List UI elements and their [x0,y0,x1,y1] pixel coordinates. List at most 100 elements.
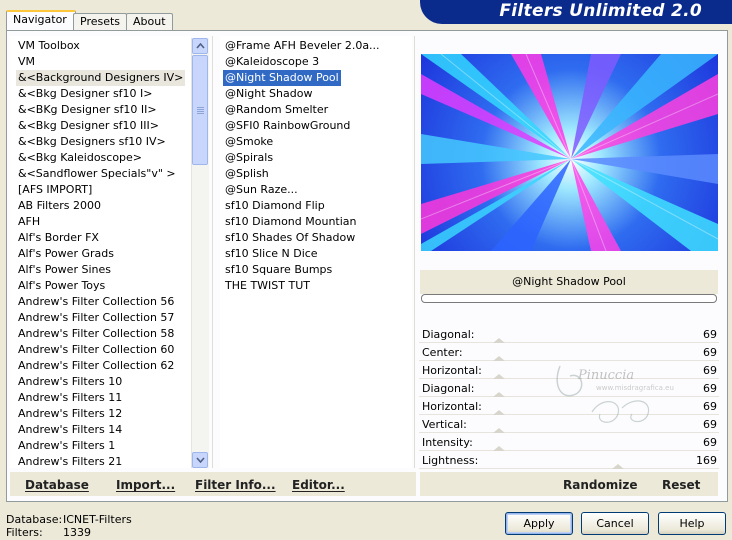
category-item[interactable]: Andrew's Filter Collection 62 [16,358,176,374]
category-item[interactable]: &<Background Designers IV> [16,70,186,86]
database-button[interactable]: Database [25,478,89,492]
filter-item[interactable]: @Random Smelter [223,102,330,118]
category-item[interactable]: &<Bkg Designers sf10 IV> [16,134,168,150]
filter-item[interactable]: @SFI0 RainbowGround [223,118,352,134]
param-slider[interactable]: Lightness: 169 [419,452,719,470]
navigator-button-strip: Database Import... Filter Info... Editor… [10,472,416,496]
category-item[interactable]: VM [16,54,37,70]
filter-item[interactable]: sf10 Slice N Dice [223,246,320,262]
preview-filter-name: @Night Shadow Pool [420,270,718,294]
scroll-thumb[interactable] [192,55,208,165]
filter-item[interactable]: @Spirals [223,150,275,166]
param-label: Intensity: [422,436,473,449]
cancel-button[interactable]: Cancel [581,512,649,535]
category-item[interactable]: &<Bkg Designer sf10 I> [16,86,155,102]
filter-list[interactable]: @Frame AFH Beveler 2.0a... @Kaleidoscope … [220,36,412,468]
param-slider[interactable]: Diagonal: 69 [419,326,719,344]
filter-item[interactable]: @Splish [223,166,271,182]
help-button[interactable]: Help [658,512,726,535]
param-value: 69 [703,346,717,359]
slider-thumb-icon[interactable] [612,464,624,469]
category-item[interactable]: Andrew's Filters 1 [16,438,117,454]
param-value: 69 [703,382,717,395]
filter-item[interactable]: @Night Shadow Pool [223,70,341,86]
category-item[interactable]: AFH [16,214,42,230]
category-item[interactable]: &<Bkg Designer sf10 III> [16,118,161,134]
divider [212,36,213,468]
param-slider[interactable]: Intensity: 69 [419,434,719,452]
category-item[interactable]: Alf's Power Sines [16,262,113,278]
slider-thumb-icon[interactable] [493,356,505,361]
params-button-strip: Randomize Reset [420,472,718,496]
category-item[interactable]: &<BKg Designer sf10 II> [16,102,159,118]
tab-about[interactable]: About [126,13,173,30]
category-item[interactable]: Andrew's Filter Collection 58 [16,326,176,342]
category-item[interactable]: &<Bkg Kaleidoscope> [16,150,144,166]
watermark-logo: Pinuccia www.misdragrafica.eu [552,356,692,436]
param-label: Lightness: [422,454,479,467]
category-item[interactable]: Alf's Power Toys [16,278,107,294]
slider-thumb-icon[interactable] [493,392,505,397]
watermark-url: www.misdragrafica.eu [596,384,674,392]
filter-item[interactable]: @Smoke [223,134,275,150]
filter-item[interactable]: sf10 Shades Of Shadow [223,230,357,246]
divider [414,36,415,468]
category-item[interactable]: Andrew's Filters 11 [16,390,124,406]
scroll-up-button[interactable] [192,38,208,54]
category-item[interactable]: Andrew's Filters 21 [16,454,124,468]
slider-thumb-icon[interactable] [493,374,505,379]
filter-item[interactable]: sf10 Square Bumps [223,262,334,278]
category-item[interactable]: VM Toolbox [16,38,82,54]
scroll-up-icon [195,43,205,49]
param-label: Center: [422,346,463,359]
filter-item[interactable]: @Kaleidoscope 3 [223,54,321,70]
category-item[interactable]: Andrew's Filter Collection 57 [16,310,176,326]
filter-item[interactable]: sf10 Diamond Flip [223,198,327,214]
preview-image [421,54,718,251]
category-item[interactable]: Andrew's Filters 12 [16,406,124,422]
param-label: Diagonal: [422,328,475,341]
status-filters-label: Filters: [6,526,43,539]
reset-button[interactable]: Reset [662,478,700,492]
filter-item[interactable]: sf10 Diamond Mountian [223,214,359,230]
editor-button[interactable]: Editor... [292,478,345,492]
slider-thumb-icon[interactable] [493,410,505,415]
slider-thumb-icon[interactable] [493,428,505,433]
slider-thumb-icon[interactable] [493,338,505,343]
status-filters: Filters: 1339 [6,526,91,539]
apply-button[interactable]: Apply [505,512,573,535]
filter-item[interactable]: @Frame AFH Beveler 2.0a... [223,38,382,54]
filter-info-button[interactable]: Filter Info... [195,478,276,492]
progress-bar [421,294,717,303]
category-list[interactable]: VM Toolbox VM &<Background Designers IV> &<… [10,36,191,468]
randomize-button[interactable]: Randomize [563,478,637,492]
param-value: 69 [703,400,717,413]
category-item[interactable]: Alf's Power Grads [16,246,116,262]
slider-thumb-icon[interactable] [493,446,505,451]
tab-presets[interactable]: Presets [73,13,128,30]
param-label: Horizontal: [422,400,482,413]
category-item[interactable]: Andrew's Filters 10 [16,374,124,390]
import-button[interactable]: Import... [116,478,175,492]
param-value: 69 [703,436,717,449]
category-item[interactable]: Andrew's Filter Collection 60 [16,342,176,358]
filter-item[interactable]: THE TWIST TUT [223,278,312,294]
category-item[interactable]: Alf's Border FX [16,230,101,246]
status-filters-value: 1339 [63,526,91,539]
scroll-down-button[interactable] [192,452,208,468]
filter-item[interactable]: @Sun Raze... [223,182,300,198]
param-label: Diagonal: [422,382,475,395]
category-item[interactable]: &<Sandflower Specials"v" > [16,166,178,182]
filter-item[interactable]: @Night Shadow [223,86,314,102]
param-value: 69 [703,328,717,341]
param-label: Vertical: [422,418,467,431]
status-database-label: Database: [6,513,63,526]
tab-navigator[interactable]: Navigator [6,10,76,32]
category-item[interactable]: Andrew's Filters 14 [16,422,124,438]
status-database: Database: ICNET-Filters [6,513,132,526]
category-item[interactable]: Andrew's Filter Collection 56 [16,294,176,310]
param-label: Horizontal: [422,364,482,377]
category-item[interactable]: AB Filters 2000 [16,198,103,214]
category-item[interactable]: [AFS IMPORT] [16,182,94,198]
category-scrollbar[interactable] [191,38,209,468]
